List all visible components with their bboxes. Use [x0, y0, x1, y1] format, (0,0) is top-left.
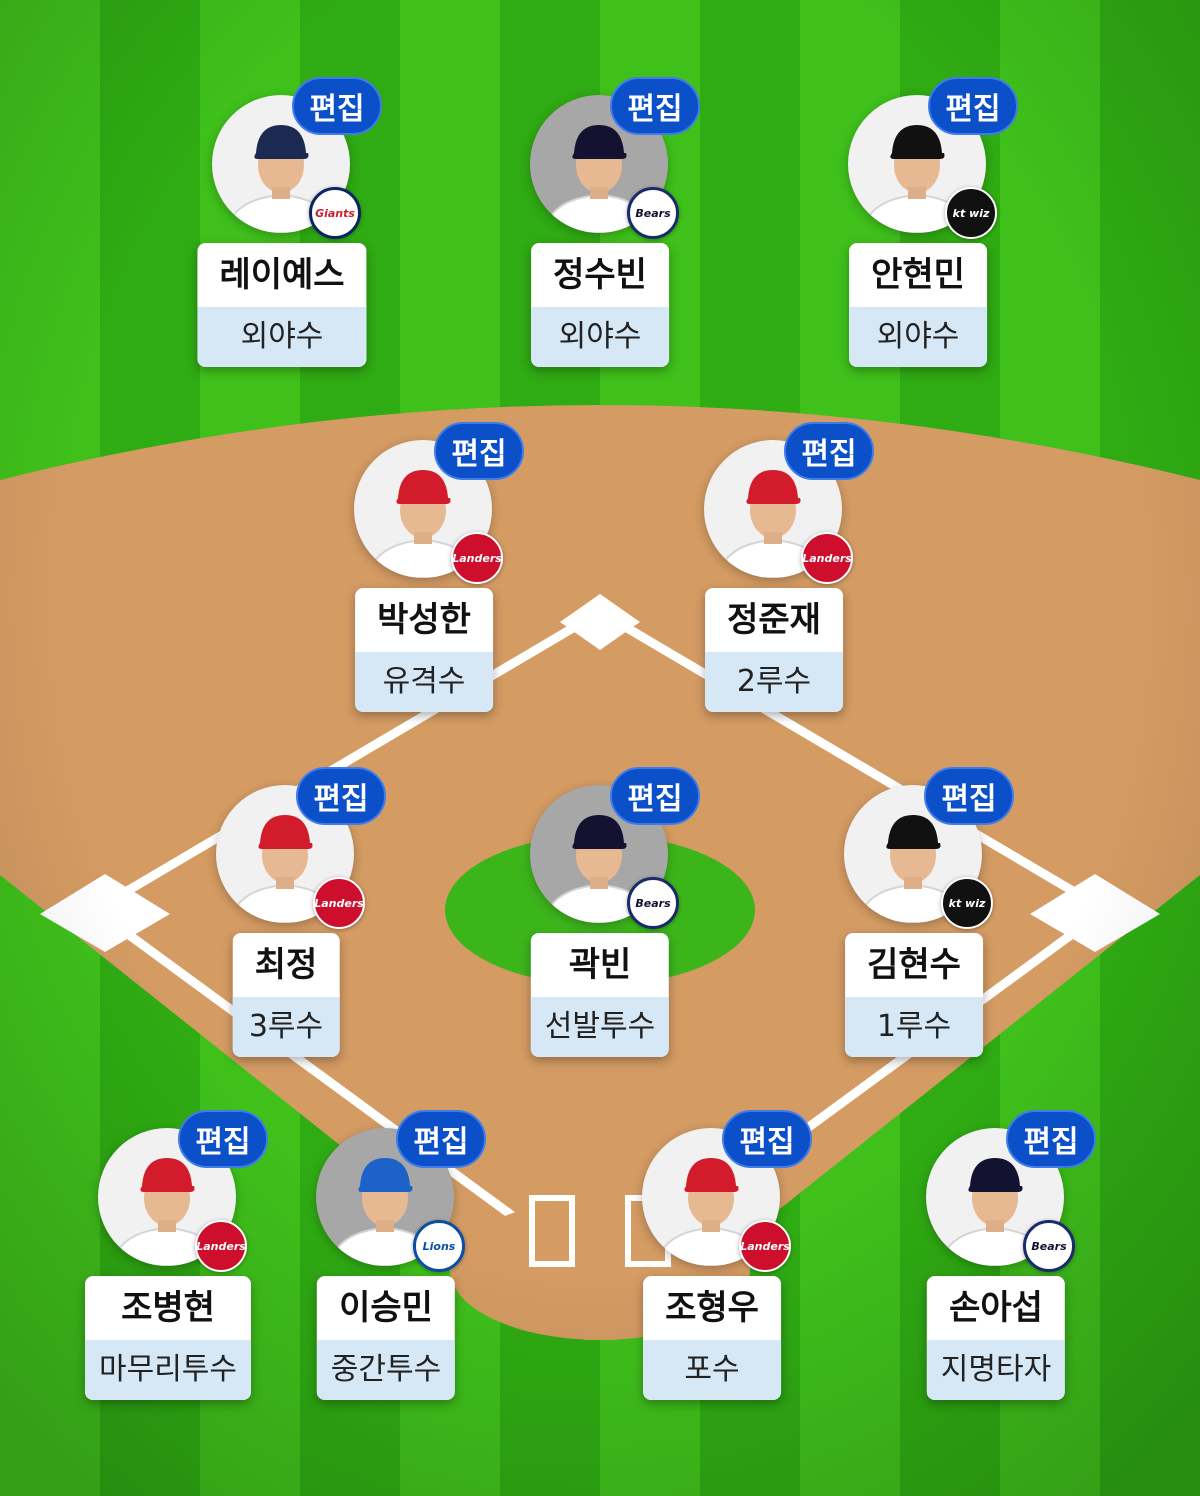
edit-button-label: 편집 — [627, 782, 683, 817]
player-position: 포수 — [643, 1340, 781, 1400]
player-position: 외야수 — [531, 307, 669, 367]
player-card[interactable]: 이승민 중간투수 — [316, 1276, 456, 1400]
edit-button-label: 편집 — [801, 437, 857, 472]
edit-button[interactable]: 편집 — [924, 767, 1014, 825]
player-card[interactable]: 최정 3루수 — [232, 933, 340, 1057]
edit-button-label: 편집 — [313, 782, 369, 817]
player-position: 1루수 — [845, 997, 983, 1057]
edit-button[interactable]: 편집 — [292, 77, 382, 135]
edit-button-label: 편집 — [1023, 1125, 1079, 1160]
player-name: 최정 — [254, 945, 318, 985]
team-badge-text: kt wiz — [952, 206, 990, 220]
player-position: 선발투수 — [530, 997, 670, 1057]
lions-logo-icon: Lions — [413, 1220, 465, 1272]
edit-button[interactable]: 편집 — [396, 1110, 486, 1168]
player-slot: Bears 편집 곽빈 선발투수 — [450, 767, 750, 1105]
player-name: 조병현 — [121, 1288, 215, 1328]
team-badge-text: Bears — [1031, 1239, 1067, 1253]
edit-button-label: 편집 — [739, 1125, 795, 1160]
player-card[interactable]: 박성한 유격수 — [355, 588, 493, 712]
lineup-field: Giants 편집 레이예스 외야수 Bears 편집 정수빈 외야수 kt w… — [0, 0, 1200, 1496]
player-card[interactable]: 조병현 마무리투수 — [85, 1276, 251, 1400]
edit-button[interactable]: 편집 — [610, 767, 700, 825]
ktwiz-logo-icon: kt wiz — [941, 877, 993, 929]
player-position: 마무리투수 — [85, 1340, 251, 1400]
player-card[interactable]: 안현민 외야수 — [849, 243, 987, 367]
team-badge-text: Landers — [802, 551, 852, 565]
bears-logo-icon: Bears — [627, 187, 679, 239]
player-name: 레이예스 — [219, 255, 345, 295]
player-card[interactable]: 정준재 2루수 — [705, 588, 843, 712]
team-badge-text: Giants — [315, 206, 355, 220]
edit-button-label: 편집 — [451, 437, 507, 472]
edit-button[interactable]: 편집 — [928, 77, 1018, 135]
player-position: 지명타자 — [926, 1340, 1066, 1400]
player-card[interactable]: 정수빈 외야수 — [531, 243, 669, 367]
player-name: 박성한 — [377, 600, 471, 640]
player-name: 이승민 — [339, 1288, 433, 1328]
player-slot: kt wiz 편집 김현수 1루수 — [764, 767, 1064, 1105]
player-position: 3루수 — [232, 997, 340, 1057]
team-badge-text: Landers — [452, 551, 502, 565]
landers-logo-icon: Landers — [313, 877, 365, 929]
player-slot: Landers 편집 조형우 포수 — [562, 1110, 862, 1448]
player-card[interactable]: 조형우 포수 — [643, 1276, 781, 1400]
edit-button[interactable]: 편집 — [722, 1110, 812, 1168]
edit-button-label: 편집 — [941, 782, 997, 817]
edit-button-label: 편집 — [627, 92, 683, 127]
player-card[interactable]: 곽빈 선발투수 — [530, 933, 670, 1057]
player-position: 외야수 — [197, 307, 367, 367]
ktwiz-logo-icon: kt wiz — [945, 187, 997, 239]
player-name: 손아섭 — [949, 1288, 1043, 1328]
edit-button-label: 편집 — [309, 92, 365, 127]
edit-button[interactable]: 편집 — [610, 77, 700, 135]
player-name: 정수빈 — [553, 255, 647, 295]
bears-logo-icon: Bears — [1023, 1220, 1075, 1272]
player-slot: Giants 편집 레이예스 외야수 — [132, 77, 432, 415]
edit-button[interactable]: 편집 — [1006, 1110, 1096, 1168]
landers-logo-icon: Landers — [801, 532, 853, 584]
player-slot: Landers 편집 정준재 2루수 — [624, 422, 924, 760]
edit-button[interactable]: 편집 — [434, 422, 524, 480]
player-name: 곽빈 — [568, 945, 632, 985]
player-slot: Landers 편집 최정 3루수 — [136, 767, 436, 1105]
team-badge-text: kt wiz — [948, 896, 986, 910]
bears-logo-icon: Bears — [627, 877, 679, 929]
player-slot: Bears 편집 손아섭 지명타자 — [846, 1110, 1146, 1448]
team-badge-text: Landers — [740, 1239, 790, 1253]
team-badge-text: Landers — [314, 896, 364, 910]
edit-button[interactable]: 편집 — [784, 422, 874, 480]
player-position: 외야수 — [849, 307, 987, 367]
team-badge-text: Bears — [635, 206, 671, 220]
player-card[interactable]: 김현수 1루수 — [845, 933, 983, 1057]
player-card[interactable]: 손아섭 지명타자 — [926, 1276, 1066, 1400]
player-name: 조형우 — [665, 1288, 759, 1328]
player-name: 정준재 — [727, 600, 821, 640]
player-slot: Landers 편집 박성한 유격수 — [274, 422, 574, 760]
player-position: 중간투수 — [316, 1340, 456, 1400]
team-badge-text: Bears — [635, 896, 671, 910]
landers-logo-icon: Landers — [451, 532, 503, 584]
giants-logo-icon: Giants — [309, 187, 361, 239]
edit-button-label: 편집 — [413, 1125, 469, 1160]
player-position: 유격수 — [355, 652, 493, 712]
player-slot: Bears 편집 정수빈 외야수 — [450, 77, 750, 415]
landers-logo-icon: Landers — [739, 1220, 791, 1272]
player-slot: Lions 편집 이승민 중간투수 — [236, 1110, 536, 1448]
player-slot: kt wiz 편집 안현민 외야수 — [768, 77, 1068, 415]
team-badge-text: Lions — [422, 1239, 456, 1253]
edit-button-label: 편집 — [945, 92, 1001, 127]
player-name: 김현수 — [867, 945, 961, 985]
player-name: 안현민 — [871, 255, 965, 295]
edit-button[interactable]: 편집 — [296, 767, 386, 825]
player-position: 2루수 — [705, 652, 843, 712]
player-card[interactable]: 레이예스 외야수 — [197, 243, 367, 367]
